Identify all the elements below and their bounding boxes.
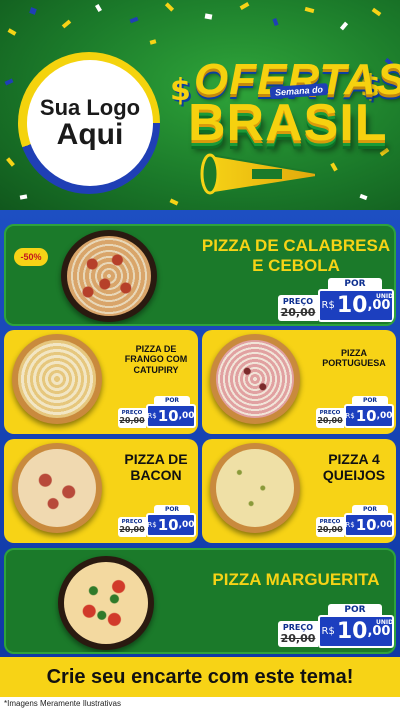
pizza-image: [210, 443, 300, 533]
new-price-dec: ,00: [178, 520, 195, 530]
new-price-int: 10: [355, 407, 377, 425]
new-price-dec: ,00: [376, 411, 393, 421]
price-tag: POR PREÇO 20,00 R$ 10,00 UNID: [278, 604, 394, 648]
pizza-image: [210, 334, 300, 424]
product-name: PIZZA DE CALABRESA E CEBOLA: [201, 236, 391, 275]
old-price-box: PREÇO 20,00: [118, 408, 146, 428]
pizza-image: [12, 334, 102, 424]
pizza-image: [61, 230, 157, 322]
product-name: PIZZA 4 QUEIJOS: [322, 451, 386, 484]
price-tag: POR PREÇO 20,00 R$ 10,00: [118, 396, 196, 428]
disclaimer-text: *Imagens Meramente Ilustrativas: [0, 697, 400, 711]
logo-text-line2: Aqui: [56, 117, 124, 151]
new-price-dec: ,00: [376, 520, 393, 530]
preco-label: PREÇO: [282, 297, 314, 306]
product-card-calabresa: -50% PIZZA DE CALABRESA E CEBOLA POR PRE…: [4, 224, 396, 326]
product-name: PIZZA DE FRANGO COM CATUPIRY: [124, 344, 188, 375]
new-price-int: 10: [157, 516, 179, 534]
new-price-int: 10: [336, 619, 368, 644]
old-price-box: PREÇO 20,00: [278, 295, 318, 321]
new-price: R$ 10,00: [146, 404, 196, 428]
old-price: 20,00: [317, 416, 343, 425]
currency-label: R$: [345, 412, 355, 420]
product-name: PIZZA MARGUERITA: [212, 570, 380, 589]
new-price: R$ 10,00: [344, 404, 394, 428]
new-price-int: 10: [157, 407, 179, 425]
new-price-dec: ,00: [178, 411, 195, 421]
old-price-box: PREÇO 20,00: [118, 517, 146, 537]
unid-label: UNID: [376, 619, 394, 626]
old-price: 20,00: [280, 632, 316, 645]
old-price: 20,00: [119, 416, 145, 425]
product-card-bacon: PIZZA DE BACON POR PREÇO 20,00 R$ 10,00: [4, 439, 198, 543]
product-card-marguerita: PIZZA MARGUERITA POR PREÇO 20,00 R$ 10,0…: [4, 548, 396, 654]
price-tag: POR PREÇO 20,00 R$ 10,00: [118, 505, 196, 537]
old-price: 20,00: [280, 306, 316, 319]
new-price: R$ 10,00: [344, 513, 394, 537]
old-price: 20,00: [317, 525, 343, 534]
product-card-4-queijos: PIZZA 4 QUEIJOS POR PREÇO 20,00 R$ 10,00: [202, 439, 396, 543]
old-price-box: PREÇO 20,00: [316, 408, 344, 428]
cta-banner: Crie seu encarte com este tema!: [0, 657, 400, 697]
promo-title: $ $ OFERTAS Semana do BRASIL: [170, 55, 400, 205]
currency-label: R$: [321, 626, 335, 637]
unid-label: UNID: [376, 293, 394, 300]
product-card-frango: PIZZA DE FRANGO COM CATUPIRY POR PREÇO 2…: [4, 330, 198, 434]
logo-text-line1: Sua Logo: [39, 94, 141, 120]
product-panel: -50% PIZZA DE CALABRESA E CEBOLA POR PRE…: [0, 210, 400, 685]
vuvuzela-icon: [200, 153, 317, 195]
new-price: R$ 10,00: [146, 513, 196, 537]
price-tag: POR PREÇO 20,00 R$ 10,00: [316, 505, 394, 537]
old-price-box: PREÇO 20,00: [316, 517, 344, 537]
currency-label: R$: [321, 300, 335, 311]
pizza-image: [58, 556, 154, 650]
new-price-int: 10: [336, 293, 368, 318]
new-price-dec: ,00: [367, 298, 391, 313]
product-name: PIZZA PORTUGUESA: [322, 348, 386, 369]
product-name: PIZZA DE BACON: [124, 451, 188, 484]
discount-badge: -50%: [14, 248, 48, 266]
price-tag: POR PREÇO 20,00 R$ 10,00 UNID: [278, 278, 394, 322]
currency-label: R$: [147, 412, 157, 420]
price-tag: POR PREÇO 20,00 R$ 10,00: [316, 396, 394, 428]
new-price-dec: ,00: [367, 624, 391, 639]
old-price-box: PREÇO 20,00: [278, 621, 318, 647]
currency-label: R$: [147, 521, 157, 529]
product-card-portuguesa: PIZZA PORTUGUESA POR PREÇO 20,00 R$ 10,0…: [202, 330, 396, 434]
old-price: 20,00: [119, 525, 145, 534]
currency-label: R$: [345, 521, 355, 529]
pizza-image: [12, 443, 102, 533]
preco-label: PREÇO: [282, 623, 314, 632]
header-banner: Sua Logo Aqui $ $ OFERTAS Semana do BRAS…: [0, 0, 400, 215]
new-price-int: 10: [355, 516, 377, 534]
logo-placeholder: Sua Logo Aqui: [27, 60, 153, 186]
